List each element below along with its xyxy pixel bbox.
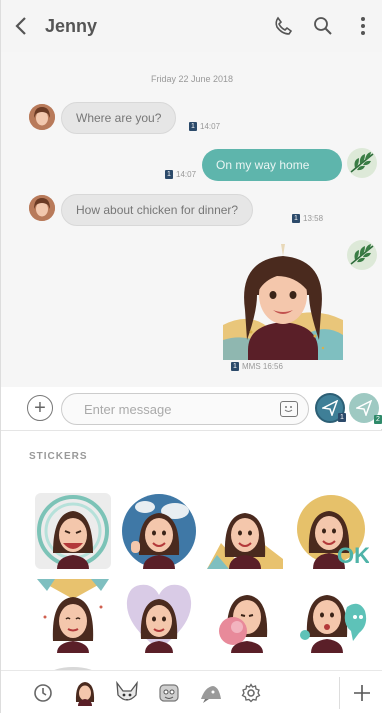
chevron-left-icon[interactable] bbox=[1, 0, 41, 52]
sticker-message[interactable] bbox=[223, 240, 343, 360]
fish-character-icon[interactable] bbox=[197, 679, 225, 707]
settings-icon[interactable] bbox=[237, 679, 265, 707]
sim-badge: 1 bbox=[338, 413, 346, 422]
my-avatar bbox=[347, 148, 377, 178]
message-time: 13:58 bbox=[303, 214, 324, 223]
message-input[interactable]: Enter message bbox=[61, 393, 309, 425]
contact-name[interactable]: Jenny bbox=[41, 16, 263, 37]
phone-icon[interactable] bbox=[263, 0, 303, 52]
sticker-item[interactable] bbox=[35, 661, 111, 670]
message-meta: 1 14:07 bbox=[165, 170, 196, 179]
add-stickers-button[interactable] bbox=[339, 677, 382, 709]
message-time: MMS 16:56 bbox=[242, 362, 283, 371]
sticker-tab-bar bbox=[1, 670, 382, 713]
sticker-item[interactable]: OK bbox=[293, 493, 369, 569]
sticker-item[interactable] bbox=[121, 577, 197, 653]
panel-title: STICKERS bbox=[29, 451, 88, 462]
conversation-area[interactable]: Friday 22 June 2018 Where are you? 1 14:… bbox=[1, 52, 382, 387]
cartoon-character-icon[interactable] bbox=[155, 679, 183, 707]
message-input-placeholder: Enter message bbox=[84, 401, 172, 417]
app-bar: Jenny bbox=[1, 0, 382, 52]
sticker-item[interactable] bbox=[121, 493, 197, 569]
sticker-item[interactable] bbox=[35, 493, 111, 569]
svg-text:OK: OK bbox=[337, 543, 369, 568]
search-icon[interactable] bbox=[303, 0, 343, 52]
composer: + Enter message 1 2 bbox=[1, 387, 382, 429]
sticker-item[interactable] bbox=[207, 493, 283, 569]
sticker-item[interactable] bbox=[207, 577, 283, 653]
sim-badge: 1 bbox=[292, 214, 300, 223]
my-avatar bbox=[347, 240, 377, 270]
sticker-toggle-icon[interactable] bbox=[280, 401, 298, 417]
message-bubble-incoming[interactable]: How about chicken for dinner? bbox=[61, 194, 254, 226]
sticker-panel: STICKERS OK bbox=[1, 430, 382, 670]
sim-badge: 2 bbox=[374, 415, 382, 424]
sticker-item[interactable] bbox=[35, 577, 111, 653]
sim-badge: 1 bbox=[231, 362, 239, 371]
attach-plus-icon[interactable]: + bbox=[27, 395, 53, 421]
fox-character-icon[interactable] bbox=[113, 679, 141, 707]
avatar-tab[interactable] bbox=[71, 679, 99, 707]
send-sim2-button[interactable]: 2 bbox=[349, 393, 382, 424]
message-meta: 1 MMS 16:56 bbox=[231, 362, 283, 371]
messages-screen: Jenny Friday 22 June 2018 Where are you?… bbox=[0, 0, 382, 713]
message-time: 14:07 bbox=[176, 170, 197, 179]
contact-avatar[interactable] bbox=[29, 195, 55, 221]
message-meta: 1 13:58 bbox=[292, 214, 323, 223]
message-time: 14:07 bbox=[200, 122, 221, 131]
send-sim1-button[interactable]: 1 bbox=[315, 393, 346, 423]
more-vertical-icon[interactable] bbox=[343, 0, 382, 52]
recent-icon[interactable] bbox=[29, 679, 57, 707]
date-separator: Friday 22 June 2018 bbox=[150, 74, 234, 84]
message-meta: 1 14:07 bbox=[189, 122, 220, 131]
sticker-item[interactable] bbox=[293, 577, 369, 653]
sim-badge: 1 bbox=[189, 122, 197, 131]
sim-badge: 1 bbox=[165, 170, 173, 179]
contact-avatar[interactable] bbox=[29, 104, 55, 130]
message-bubble-outgoing[interactable]: On my way home bbox=[202, 149, 342, 181]
message-bubble-incoming[interactable]: Where are you? bbox=[61, 102, 177, 134]
